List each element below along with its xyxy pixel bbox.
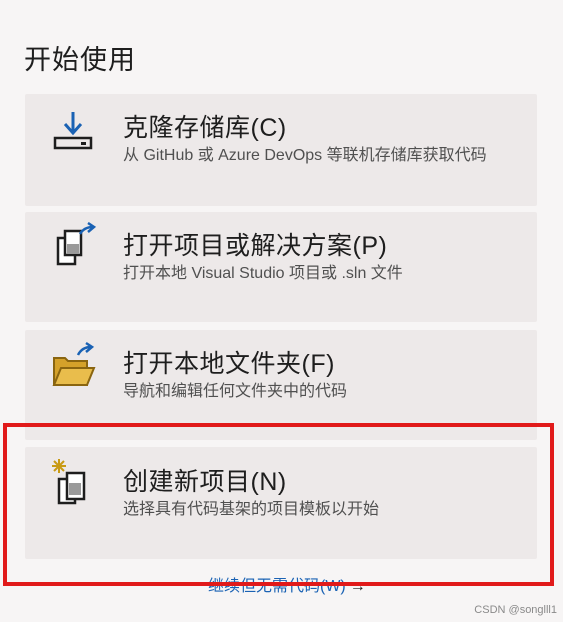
card-title: 克隆存储库(C) [123, 114, 287, 142]
card-description: 打开本地 Visual Studio 项目或 .sln 文件 [123, 265, 403, 282]
clone-download-icon [50, 108, 98, 158]
get-started-panel: 开始使用 克隆存储库(C) 从 GitHub 或 Azure DevOps 等联… [0, 0, 563, 622]
page-title: 开始使用 [24, 45, 136, 75]
card-description: 从 GitHub 或 Azure DevOps 等联机存储库获取代码 [123, 147, 487, 164]
open-project-card[interactable]: 打开项目或解决方案(P) 打开本地 Visual Studio 项目或 .sln… [25, 212, 537, 322]
open-folder-icon [50, 340, 98, 390]
watermark: CSDN @songlll1 [474, 604, 557, 616]
open-project-icon [50, 221, 98, 272]
card-title: 打开本地文件夹(F) [123, 350, 335, 378]
card-title: 打开项目或解决方案(P) [123, 232, 388, 260]
highlight-annotation [3, 423, 554, 586]
clone-repository-card[interactable]: 克隆存储库(C) 从 GitHub 或 Azure DevOps 等联机存储库获… [25, 94, 537, 206]
card-description: 导航和编辑任何文件夹中的代码 [123, 383, 348, 400]
